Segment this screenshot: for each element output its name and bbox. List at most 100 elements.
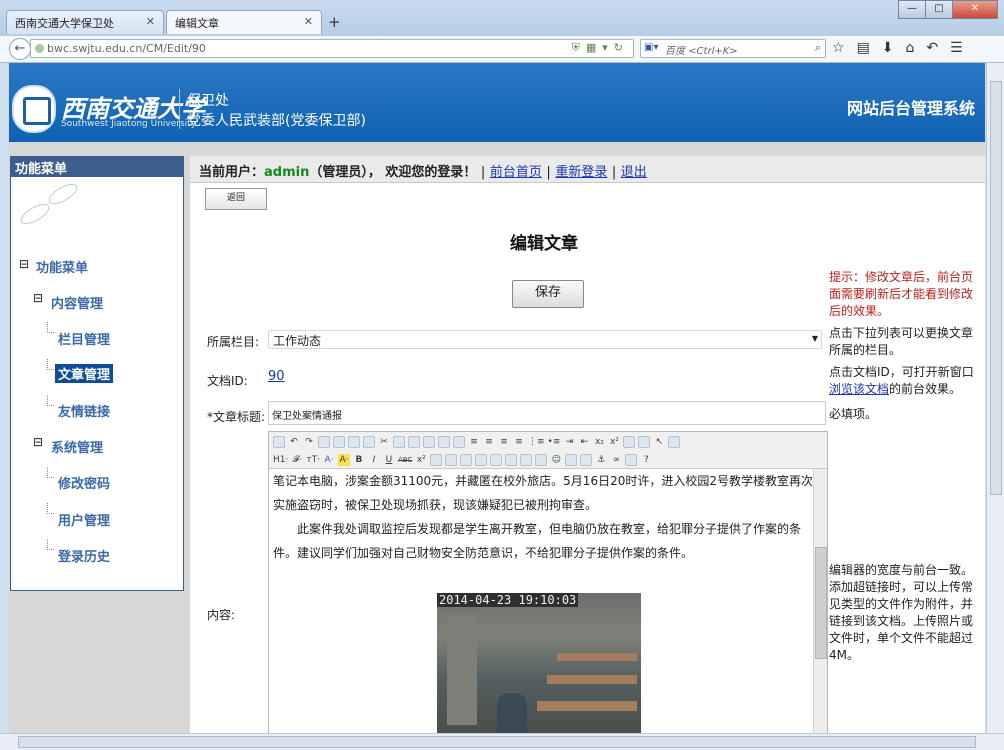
relogin-link[interactable]: 重新登录 bbox=[555, 165, 607, 180]
table-icon[interactable] bbox=[520, 454, 533, 466]
align-justify-icon[interactable]: ≡ bbox=[513, 436, 525, 448]
tab-edit-article[interactable]: 编辑文章 ✕ bbox=[166, 10, 322, 34]
font-family-dropdown[interactable]: 𝓕· bbox=[291, 454, 303, 466]
flash-icon[interactable] bbox=[475, 454, 488, 466]
home-link[interactable]: 前台首页 bbox=[490, 165, 542, 180]
redo-icon[interactable]: ↷ bbox=[303, 436, 315, 448]
bold-button[interactable]: B bbox=[353, 454, 365, 466]
title-input[interactable]: 保卫处案情通报 bbox=[268, 401, 826, 425]
rich-text-editor[interactable]: ↶ ↷ ✂ ≡ ≡ ≡ ≡ ⋮≡ •≡ ⇥ ⇤ x₂ x² ↖ H1· 𝓕· тT· A· A· … bbox=[268, 431, 828, 733]
reload-icon[interactable]: ↻ bbox=[614, 41, 629, 54]
attachment-icon[interactable] bbox=[505, 454, 518, 466]
paste-word-icon[interactable] bbox=[438, 436, 450, 448]
page-horizontal-scrollbar[interactable] bbox=[0, 733, 1004, 750]
cursor-icon[interactable]: ↖ bbox=[653, 436, 665, 448]
menu-icon[interactable]: ☰ bbox=[950, 40, 963, 56]
unlink-icon[interactable] bbox=[625, 454, 638, 466]
dropdown-icon[interactable]: ▾ bbox=[602, 41, 614, 54]
align-left-icon[interactable]: ≡ bbox=[468, 436, 480, 448]
code-icon[interactable] bbox=[363, 436, 375, 448]
emoticon-icon[interactable]: ☺ bbox=[550, 454, 562, 466]
home-icon[interactable]: ⌂ bbox=[906, 40, 915, 56]
heading-dropdown[interactable]: H1· bbox=[273, 454, 288, 466]
new-tab-button[interactable]: + bbox=[328, 13, 341, 31]
undo-icon[interactable]: ↶ bbox=[288, 436, 300, 448]
sidebar-item-columns[interactable]: 栏目管理 bbox=[58, 329, 110, 348]
tab-security-office[interactable]: 西南交通大学保卫处 ✕ bbox=[6, 10, 164, 34]
media-icon[interactable] bbox=[490, 454, 503, 466]
bullet-list-icon[interactable]: •≡ bbox=[548, 436, 561, 448]
outdent-icon[interactable]: ⇤ bbox=[578, 436, 590, 448]
sidebar-item-login-history[interactable]: 登录历史 bbox=[58, 546, 110, 565]
scrollbar-thumb[interactable] bbox=[18, 736, 976, 748]
underline-button[interactable]: U bbox=[383, 454, 395, 466]
docid-link[interactable]: 90 bbox=[268, 369, 285, 384]
save-button[interactable]: 保存 bbox=[512, 280, 584, 308]
fullscreen-icon[interactable] bbox=[668, 436, 681, 448]
strikethrough-button[interactable]: ABC bbox=[398, 454, 412, 466]
multi-image-icon[interactable] bbox=[460, 454, 473, 466]
font-color-button[interactable]: A· bbox=[323, 454, 335, 466]
url-bar[interactable]: bwc.swjtu.edu.cn/CM/Edit/90 ⛨▦▾↻ bbox=[30, 39, 634, 58]
scrollbar-thumb[interactable] bbox=[815, 547, 827, 659]
anchor-icon[interactable]: ⚓ bbox=[595, 454, 607, 466]
editor-scrollbar[interactable] bbox=[813, 469, 827, 733]
sidebar-item-users[interactable]: 用户管理 bbox=[58, 510, 110, 529]
copy-icon[interactable] bbox=[393, 436, 405, 448]
eraser-icon[interactable] bbox=[430, 454, 443, 466]
highlight-color-button[interactable]: A· bbox=[337, 454, 350, 466]
cut-icon[interactable]: ✂ bbox=[378, 436, 390, 448]
align-center-icon[interactable]: ≡ bbox=[483, 436, 495, 448]
template-icon[interactable] bbox=[348, 436, 360, 448]
image-icon[interactable] bbox=[445, 454, 458, 466]
close-tab-icon[interactable]: ✕ bbox=[146, 15, 155, 28]
shield-icon[interactable]: ⛨ bbox=[572, 41, 586, 54]
logout-link[interactable]: 退出 bbox=[621, 165, 647, 180]
help-icon[interactable]: ? bbox=[640, 454, 652, 466]
spellcheck-icon[interactable] bbox=[638, 436, 651, 448]
paste-text-icon[interactable] bbox=[423, 436, 435, 448]
back-arrow-icon[interactable]: ← bbox=[9, 38, 31, 60]
surveillance-photo[interactable]: 2014-04-23 19:10:03 bbox=[437, 593, 641, 733]
pagebreak-icon[interactable] bbox=[580, 454, 593, 466]
indent-icon[interactable]: ⇥ bbox=[563, 436, 575, 448]
superscript-icon[interactable]: x² bbox=[608, 436, 620, 448]
scrollbar-thumb[interactable] bbox=[990, 81, 1002, 495]
sidebar-item-links[interactable]: 友情链接 bbox=[58, 401, 110, 420]
download-icon[interactable]: ⬇ bbox=[882, 40, 894, 56]
reading-list-icon[interactable]: ▤ bbox=[857, 40, 870, 56]
minimize-button[interactable]: — bbox=[898, 0, 926, 19]
preview-icon[interactable] bbox=[318, 436, 330, 448]
map-icon[interactable] bbox=[565, 454, 578, 466]
bookmark-star-icon[interactable]: ☆ bbox=[832, 40, 845, 56]
print-icon[interactable] bbox=[333, 436, 345, 448]
sidebar-item-system[interactable]: 系统管理 bbox=[51, 437, 103, 456]
clear-format-icon[interactable] bbox=[623, 436, 636, 448]
close-tab-icon[interactable]: ✕ bbox=[304, 15, 313, 28]
ordered-list-icon[interactable]: ⋮≡ bbox=[528, 436, 545, 448]
italic-button[interactable]: I bbox=[368, 454, 380, 466]
preview-doc-link[interactable]: 浏览该文档 bbox=[829, 382, 889, 396]
sidebar-item-articles[interactable]: 文章管理 bbox=[55, 364, 114, 383]
page-vertical-scrollbar[interactable] bbox=[986, 63, 1004, 733]
close-window-button[interactable]: ✕ bbox=[952, 0, 998, 19]
sidebar-item-menu-root[interactable]: 功能菜单 bbox=[36, 257, 88, 276]
sidebar-item-content[interactable]: 内容管理 bbox=[51, 293, 103, 312]
undo-icon[interactable]: ↶ bbox=[926, 40, 938, 56]
category-select[interactable]: 工作动态 ▼ bbox=[268, 330, 822, 349]
select-all-icon[interactable] bbox=[453, 436, 465, 448]
hr-icon[interactable] bbox=[535, 454, 548, 466]
link-icon[interactable]: ∞ bbox=[610, 454, 622, 466]
format-painter-button[interactable]: x² bbox=[415, 454, 427, 466]
paste-icon[interactable] bbox=[408, 436, 420, 448]
maximize-button[interactable]: □ bbox=[925, 0, 953, 19]
font-size-dropdown[interactable]: тT· bbox=[306, 454, 320, 466]
source-icon[interactable] bbox=[273, 436, 285, 448]
qrcode-icon[interactable]: ▦ bbox=[586, 41, 602, 54]
sidebar-item-password[interactable]: 修改密码 bbox=[58, 473, 110, 492]
back-button[interactable]: 返回 bbox=[205, 188, 267, 210]
subscript-icon[interactable]: x₂ bbox=[593, 436, 605, 448]
search-bar[interactable]: ▣▾ 百度 <Ctrl+K> ⌕ bbox=[640, 39, 826, 58]
search-icon[interactable]: ⌕ bbox=[815, 41, 821, 55]
editor-body[interactable]: 笔记本电脑，涉案金额31100元，并藏匿在校外旅店。5月16日20时许，进入校园… bbox=[271, 469, 815, 733]
